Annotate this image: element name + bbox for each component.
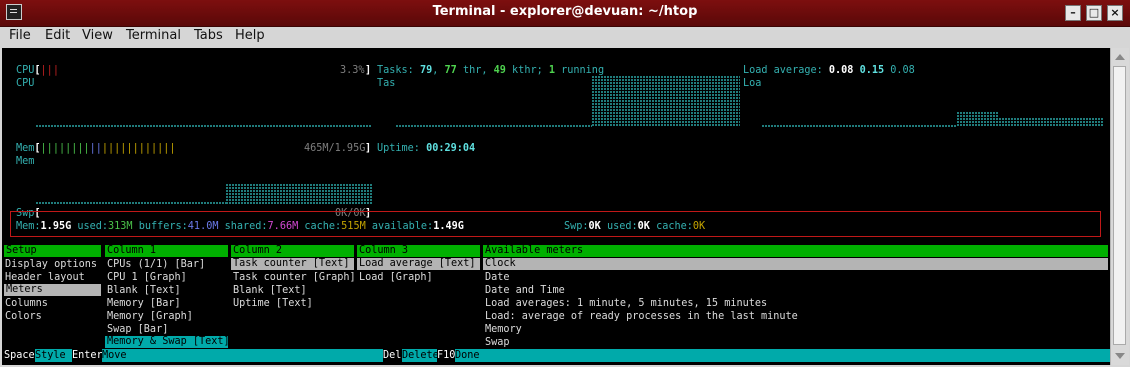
column1-item[interactable]: Blank [Text] (107, 284, 181, 297)
load-graph-bump (957, 112, 999, 127)
available-meter-item[interactable]: Load: average of ready processes in the … (485, 310, 798, 323)
scroll-up-icon[interactable] (1115, 54, 1125, 60)
column1-item[interactable]: Memory [Graph] (107, 310, 193, 323)
mem-graph (226, 184, 372, 204)
available-meter-item[interactable]: Date and Time (485, 284, 565, 297)
fkey-style-label[interactable]: Style (35, 349, 72, 362)
cpu-bar-close: ] (365, 65, 372, 76)
column2-item[interactable]: Uptime [Text] (233, 297, 313, 310)
fkey-enter[interactable]: Enter (72, 349, 103, 362)
tasks-graph-label: Tas (377, 78, 396, 89)
load-graph-label: Loa (743, 78, 762, 89)
cpu-graph (36, 125, 372, 127)
uptime-meter: Uptime: 00:29:04 (377, 143, 476, 154)
column3-item[interactable]: Load [Graph] (359, 271, 433, 284)
fkey-space[interactable]: Space (4, 349, 35, 362)
load-average-meter: Load average: 0.08 0.15 0.08 (743, 65, 915, 76)
category-header-layout[interactable]: Header layout (5, 271, 85, 284)
mem-graph-baseline (36, 202, 226, 204)
available-meter-item[interactable]: Load averages: 1 minute, 5 minutes, 15 m… (485, 297, 767, 310)
menu-tabs[interactable]: Tabs (194, 28, 223, 43)
available-meter-selected[interactable]: Clock (483, 258, 1108, 270)
fkey-f10[interactable]: F10 (437, 349, 455, 362)
fkey-done-label[interactable]: Done (455, 349, 1110, 362)
category-columns[interactable]: Columns (5, 297, 48, 310)
fkey-delete-label[interactable]: Delete (402, 349, 439, 362)
scroll-down-icon[interactable] (1115, 353, 1125, 359)
column3-item-selected[interactable]: Load average [Text] (357, 258, 480, 270)
menu-bar: File Edit View Terminal Tabs Help (0, 27, 1130, 48)
scrollbar-thumb[interactable] (1113, 66, 1126, 345)
close-button[interactable]: × (1107, 5, 1123, 21)
swap-text: Swp:0K used:0K cache:0K (564, 221, 706, 232)
mem-graph-label: Mem (16, 156, 35, 167)
tasks-meter: Tasks: 79, 77 thr, 49 kthr; 1 running (377, 65, 605, 76)
column1-item[interactable]: Memory [Bar] (107, 297, 181, 310)
terminal-scrollbar[interactable] (1110, 48, 1129, 365)
load-graph-baseline (762, 125, 957, 127)
fkey-del[interactable]: Del (383, 349, 401, 362)
available-meter-item[interactable]: Date (485, 271, 510, 284)
window-title: Terminal - explorer@devuan: ~/htop (432, 4, 698, 19)
fkey-move-label[interactable]: Move (102, 349, 383, 362)
cpu-meter: CPU[||| (16, 65, 59, 76)
column2-header: Column 2 (231, 245, 354, 257)
column1-item[interactable]: CPUs (1/1) [Bar] (107, 258, 205, 271)
terminal-area[interactable]: CPU[||| 3.3% ] CPU Tasks: 79, 77 thr, 49… (2, 48, 1110, 365)
column1-item[interactable]: Swap [Bar] (107, 323, 168, 336)
menu-help[interactable]: Help (235, 28, 265, 43)
menu-terminal[interactable]: Terminal (126, 28, 181, 43)
column1-item-selected[interactable]: Memory & Swap [Text] (105, 336, 230, 348)
tasks-graph-baseline (396, 125, 592, 127)
load-graph (999, 118, 1104, 127)
title-bar: Terminal - explorer@devuan: ~/htop – □ × (0, 0, 1130, 27)
column2-item[interactable]: Task counter [Graph] (233, 271, 356, 284)
mem-meter: Mem[|||||||||||||||||||||| (16, 143, 176, 154)
tasks-graph (592, 76, 740, 127)
menu-view[interactable]: View (82, 28, 113, 43)
available-meter-item[interactable]: Swap (485, 336, 510, 349)
column3-header: Column 3 (357, 245, 480, 257)
category-colors[interactable]: Colors (5, 310, 42, 323)
cpu-graph-label: CPU (16, 78, 35, 89)
column1-header: Column 1 (105, 245, 228, 257)
mem-value: 465M/1.95G (304, 143, 366, 154)
setup-header: Setup (4, 245, 101, 257)
memory-swap-text: Mem:1.95G used:313M buffers:41.0M shared… (16, 221, 464, 232)
menu-file[interactable]: File (9, 28, 31, 43)
column2-item-selected[interactable]: Task counter [Text] (231, 258, 354, 270)
cpu-percent: 3.3% (340, 65, 365, 76)
column1-item[interactable]: CPU 1 [Graph] (107, 271, 187, 284)
menu-edit[interactable]: Edit (45, 28, 70, 43)
maximize-button[interactable]: □ (1086, 5, 1102, 21)
column2-item[interactable]: Blank [Text] (233, 284, 307, 297)
category-display-options[interactable]: Display options (5, 258, 97, 271)
category-meters[interactable]: Meters (4, 284, 101, 296)
mem-bar-close: ] (365, 143, 372, 154)
minimize-button[interactable]: – (1065, 5, 1081, 21)
available-meter-item[interactable]: Memory (485, 323, 522, 336)
available-meters-header: Available meters (483, 245, 1108, 257)
